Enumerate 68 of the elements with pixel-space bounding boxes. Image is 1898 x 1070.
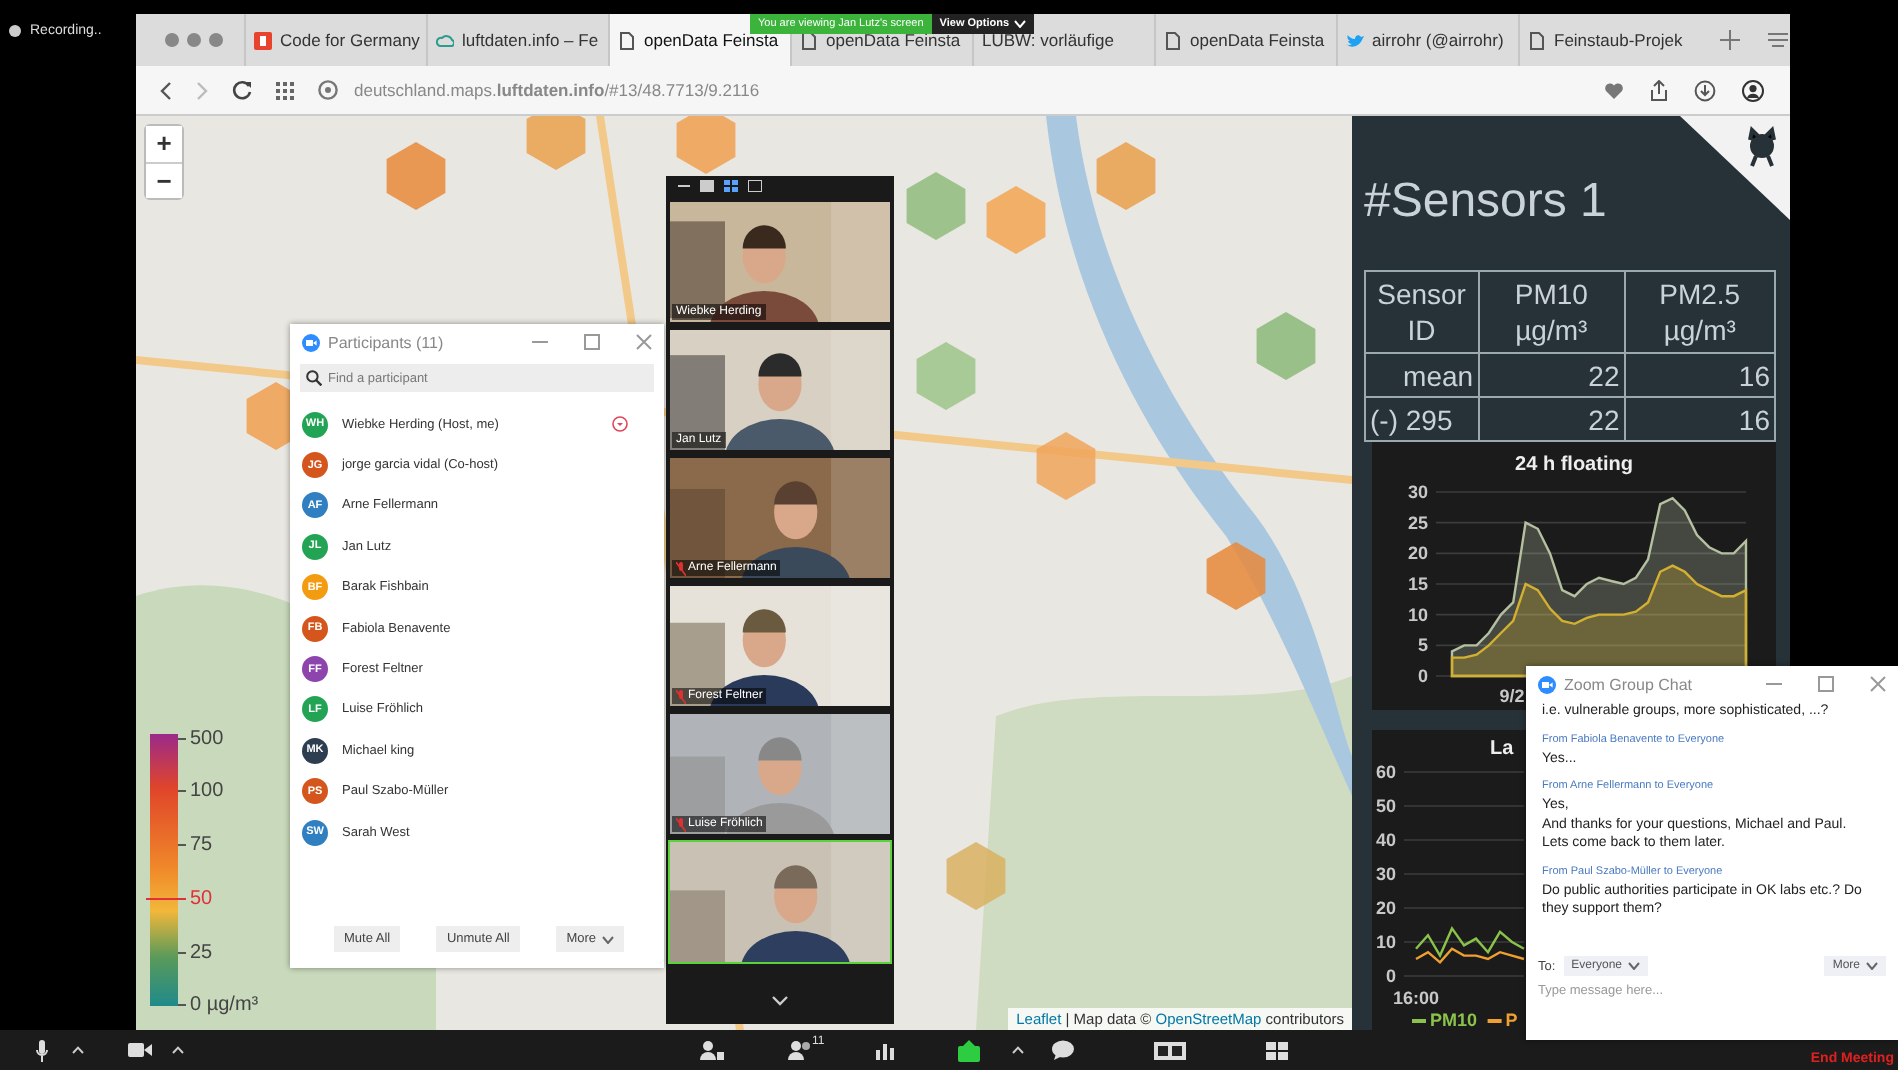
axis-label: 16:00 — [1392, 988, 1440, 1008]
chart-title: La — [1490, 738, 1514, 760]
table-cell: mean — [1365, 353, 1479, 397]
panel-title: #Sensors 1 — [1364, 174, 1609, 230]
corner-ribbon-icon[interactable] — [1680, 116, 1790, 220]
page-icon — [1528, 31, 1546, 49]
axis-label: 25 — [1407, 512, 1428, 533]
caret-icon — [1628, 962, 1641, 970]
legend-item[interactable]: P — [1487, 1010, 1518, 1030]
chat-bubble-icon[interactable] — [1052, 1040, 1075, 1060]
column-header: PM2.5 µg/m³ — [1624, 271, 1775, 353]
axis-label: 15 — [1407, 574, 1428, 594]
cloud-icon — [436, 31, 454, 49]
axis-label: 30 — [1407, 482, 1428, 502]
axis-label: 0 — [1417, 666, 1428, 686]
table-cell: 22 — [1478, 353, 1625, 397]
site-info-icon[interactable] — [318, 80, 338, 100]
browser-tab[interactable]: Code for Germany — [244, 14, 426, 66]
axis-label: 30 — [1375, 864, 1396, 884]
plus-icon[interactable] — [1720, 30, 1740, 50]
axis-label: 60 — [1375, 762, 1396, 782]
axis-label: 50 — [1375, 796, 1396, 816]
legend-label: P — [1505, 1010, 1518, 1030]
axis-label: 20 — [1407, 543, 1428, 564]
account-icon[interactable] — [1742, 79, 1764, 101]
column-header: PM10 µg/m³ — [1478, 271, 1625, 353]
download-icon[interactable] — [1694, 79, 1716, 101]
share-screen-icon[interactable] — [958, 1039, 981, 1061]
window-title: Zoom Group Chat — [1564, 675, 1693, 693]
caret-up-icon[interactable] — [172, 1046, 184, 1054]
legend-item[interactable]: PM10 — [1412, 1010, 1478, 1030]
share-icon[interactable] — [1650, 79, 1668, 101]
apps-grid-icon[interactable] — [276, 81, 294, 99]
legend-label: PM10 — [1430, 1010, 1478, 1030]
microphone-icon[interactable] — [36, 1039, 48, 1061]
camera-logo-icon — [1538, 675, 1556, 693]
axis-label: 0 — [1385, 966, 1396, 986]
page-icon — [800, 31, 818, 49]
axis-label: 40 — [1375, 830, 1396, 850]
reload-icon[interactable] — [232, 80, 252, 100]
caret-icon — [1013, 20, 1026, 28]
page-icon — [1164, 31, 1182, 49]
chart-title: 24 h floating — [1515, 454, 1633, 476]
back-icon[interactable] — [160, 81, 172, 99]
menu-icon[interactable] — [1768, 32, 1788, 48]
record-icon[interactable] — [1154, 1041, 1187, 1059]
close-icon[interactable] — [1870, 676, 1886, 692]
heart-icon[interactable] — [1604, 81, 1624, 99]
axis-label: 5 — [1417, 635, 1428, 656]
axis-label: 9/2 — [1499, 686, 1525, 706]
table-cell: 16 — [1624, 353, 1775, 397]
caret-up-icon[interactable] — [72, 1046, 84, 1054]
caret-icon — [1866, 962, 1878, 970]
axis-label: 20 — [1375, 898, 1396, 918]
gallery-grid-icon[interactable] — [1266, 1041, 1289, 1059]
axis-label: 10 — [1375, 932, 1396, 952]
favicon-icon — [254, 31, 272, 49]
axis-label: 10 — [1407, 604, 1428, 625]
bar-chart-icon[interactable] — [876, 1041, 895, 1059]
bird-icon — [1346, 31, 1364, 49]
people-icon[interactable] — [788, 1040, 812, 1060]
window-controls-icon[interactable] — [164, 32, 224, 48]
caret-up-icon[interactable] — [1012, 1046, 1025, 1054]
video-camera-icon[interactable] — [128, 1042, 152, 1058]
record-dot-icon — [8, 24, 22, 38]
page-icon — [618, 31, 636, 49]
person-icon[interactable] — [700, 1040, 724, 1060]
maximize-icon[interactable] — [1818, 676, 1834, 692]
